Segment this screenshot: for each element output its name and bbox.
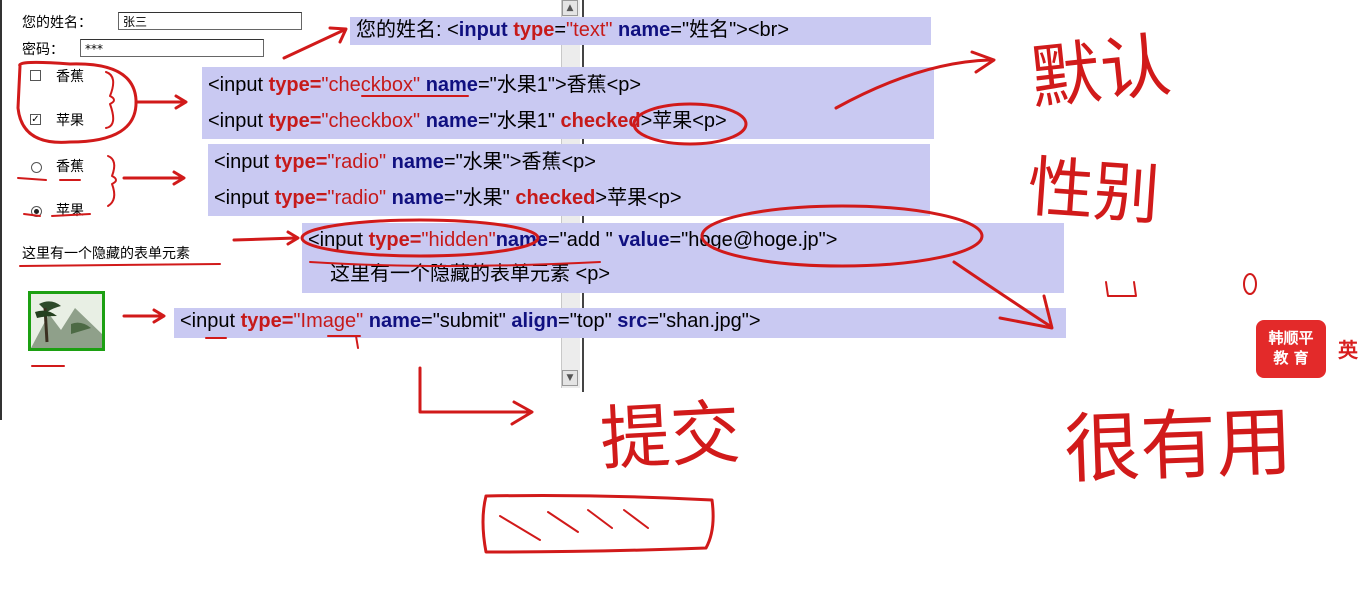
ink-circle-value bbox=[700, 204, 984, 268]
ink-arrow bbox=[282, 28, 346, 60]
annotation-default: 默认 bbox=[1026, 23, 1175, 121]
ink-mark bbox=[1243, 273, 1257, 295]
annotation-gender: 性别 bbox=[1025, 148, 1163, 235]
ink-underline bbox=[205, 335, 361, 349]
ink-mark bbox=[1105, 281, 1137, 297]
ink-hatch bbox=[499, 509, 649, 541]
ink-circle-checked bbox=[632, 102, 748, 146]
annotation-useful: 很有用 bbox=[1062, 397, 1294, 494]
ink-brace bbox=[105, 71, 115, 129]
ink-underline bbox=[309, 261, 601, 267]
ink-arrow bbox=[418, 366, 530, 414]
ink-arrow bbox=[952, 260, 1052, 328]
annotation-submit: 提交 bbox=[598, 391, 743, 481]
ink-arrow bbox=[232, 236, 298, 242]
ink-arrow bbox=[834, 58, 992, 110]
ink-circle-hidden-type bbox=[300, 218, 540, 258]
ink-submit-button-sketch bbox=[481, 494, 715, 554]
ink-circle-checkbox bbox=[16, 60, 138, 144]
ink-brace bbox=[107, 155, 117, 207]
ink-underline bbox=[17, 177, 91, 217]
ink-underline bbox=[19, 263, 221, 267]
